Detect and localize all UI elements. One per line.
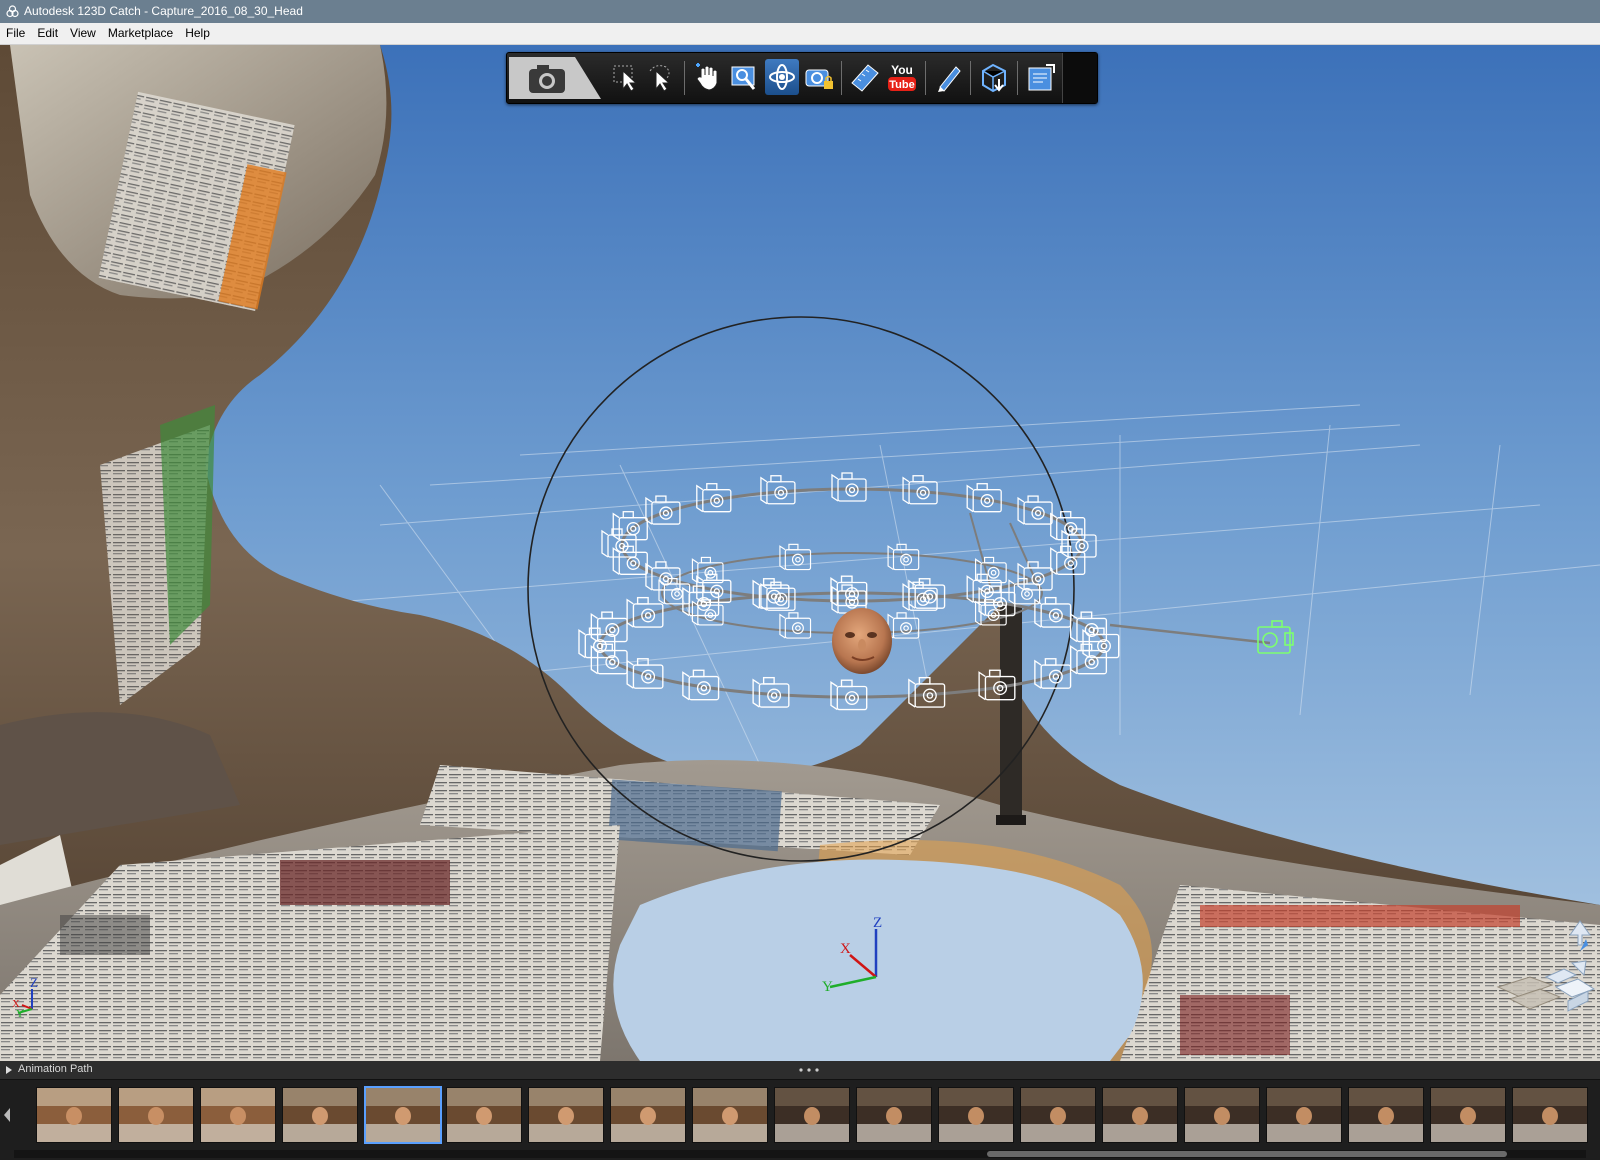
camera-wireframe <box>831 472 867 502</box>
menu-file[interactable]: File <box>0 23 31 44</box>
thumbnail[interactable] <box>610 1087 686 1143</box>
selected-camera-icon <box>1257 620 1294 654</box>
camera-stand <box>1000 605 1022 825</box>
thumbnail[interactable] <box>364 1086 442 1144</box>
camera-wireframe <box>974 556 1007 584</box>
panel-header[interactable]: Animation Path <box>0 1061 1600 1080</box>
camera-wireframe <box>590 611 628 643</box>
scrollbar-thumb[interactable] <box>987 1151 1507 1157</box>
pan-hand-icon[interactable] <box>691 59 725 95</box>
animation-path-panel: Animation Path <box>0 1061 1600 1160</box>
camera-lock-icon[interactable] <box>802 59 836 95</box>
triangle-right-icon[interactable] <box>6 1066 12 1074</box>
pen-icon[interactable] <box>932 59 966 95</box>
thumbnail[interactable] <box>1102 1087 1178 1143</box>
thumbnail[interactable] <box>1266 1087 1342 1143</box>
menu-bar: File Edit View Marketplace Help <box>0 23 1600 45</box>
thumbnail[interactable] <box>36 1087 112 1143</box>
export-icon[interactable] <box>1024 59 1058 95</box>
thumbnail[interactable] <box>1512 1087 1588 1143</box>
thumbnail[interactable] <box>1348 1087 1424 1143</box>
menu-help[interactable]: Help <box>179 23 216 44</box>
thumbnail[interactable] <box>1020 1087 1096 1143</box>
thumbnail[interactable] <box>938 1087 1014 1143</box>
thumbnail[interactable] <box>1184 1087 1260 1143</box>
gizmo-z-label: Z <box>873 915 882 931</box>
gizmo-y-label: Y <box>822 979 833 995</box>
ruler-icon[interactable] <box>848 59 882 95</box>
youtube-icon[interactable]: You Tube <box>885 59 919 95</box>
scanned-head-model <box>832 608 892 674</box>
ellipsis-grip-icon[interactable] <box>798 1068 820 1072</box>
autodesk-trefoil-icon <box>6 5 19 18</box>
thumbnail[interactable] <box>692 1087 768 1143</box>
world-axis-gizmo: Z X Y <box>822 915 882 995</box>
svg-text:Tube: Tube <box>889 79 914 91</box>
menu-view[interactable]: View <box>64 23 102 44</box>
gizmo-x-label: X <box>840 941 851 957</box>
menu-edit[interactable]: Edit <box>31 23 64 44</box>
camera-wireframes <box>578 472 1120 711</box>
svg-text:You: You <box>891 63 913 77</box>
corner-y-label: Y <box>16 1008 24 1017</box>
orbit-icon[interactable] <box>765 59 799 95</box>
thumbnail[interactable] <box>528 1087 604 1143</box>
thumbnail-strip <box>0 1082 1600 1148</box>
thumbnail[interactable] <box>282 1087 358 1143</box>
3d-viewport[interactable]: You Tube Z X Y Z X Y <box>0 45 1600 1061</box>
corner-z-label: Z <box>30 975 38 990</box>
horizontal-scrollbar[interactable] <box>14 1150 1586 1158</box>
panel-title: Animation Path <box>18 1063 93 1075</box>
thumbnail[interactable] <box>774 1087 850 1143</box>
thumbnail[interactable] <box>200 1087 276 1143</box>
toolbar-end-cap <box>1062 53 1097 103</box>
thumbnail[interactable] <box>118 1087 194 1143</box>
lasso-select-icon[interactable] <box>644 59 678 95</box>
camera-tab-icon[interactable] <box>509 57 601 99</box>
viewport-toolbar: You Tube <box>506 52 1098 104</box>
thumbnail[interactable] <box>856 1087 932 1143</box>
scroll-left-icon[interactable] <box>2 1102 12 1128</box>
zoom-icon[interactable] <box>728 59 762 95</box>
view-navigation-cube[interactable] <box>1490 915 1596 1025</box>
corner-axis-triad: Z X Y <box>12 975 38 1017</box>
title-bar: Autodesk 123D Catch - Capture_2016_08_30… <box>0 0 1600 23</box>
thumbnail[interactable] <box>446 1087 522 1143</box>
menu-marketplace[interactable]: Marketplace <box>102 23 179 44</box>
camera-wireframe <box>779 612 812 639</box>
camera-wireframe <box>830 679 868 711</box>
thumbnail[interactable] <box>1430 1087 1506 1143</box>
select-arrow-icon[interactable] <box>609 59 643 95</box>
mesh-download-icon[interactable] <box>977 59 1011 95</box>
window-title: Autodesk 123D Catch - Capture_2016_08_30… <box>24 4 303 18</box>
scene-canvas[interactable] <box>0 45 1600 1061</box>
